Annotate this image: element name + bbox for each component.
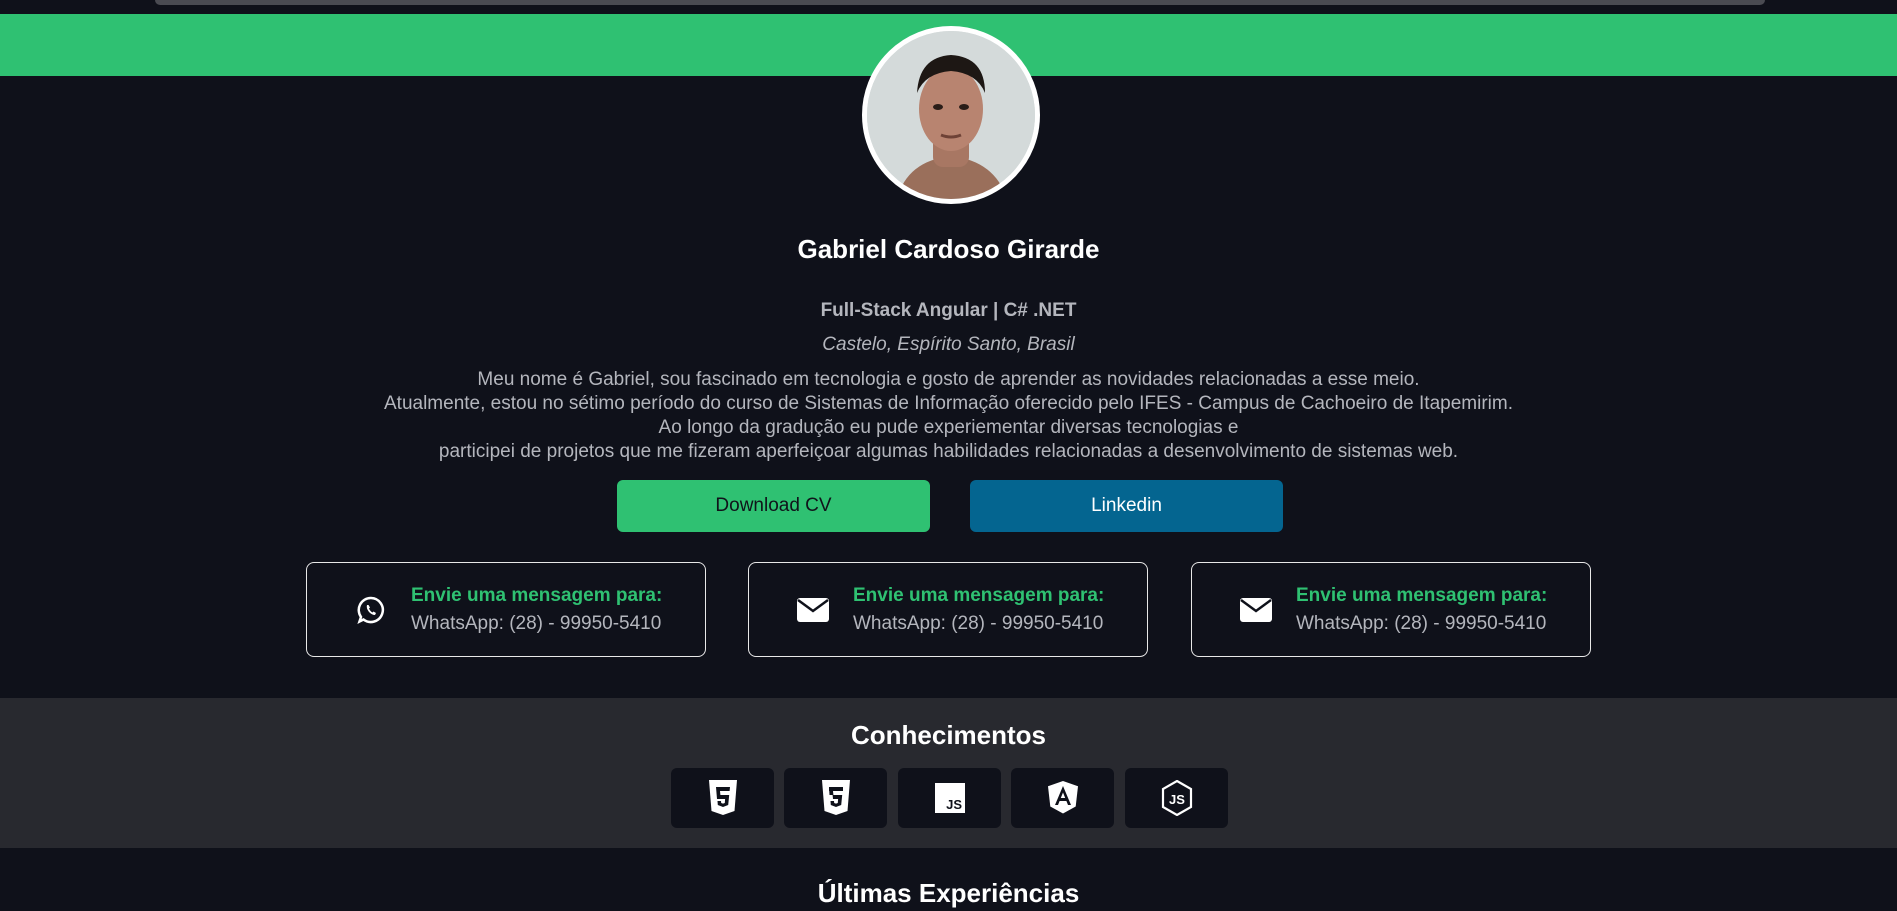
- profile-location: Castelo, Espírito Santo, Brasil: [822, 334, 1075, 355]
- contact-value: WhatsApp: (28) - 99950-5410: [853, 612, 1104, 634]
- envelope-icon: [1236, 590, 1276, 630]
- profile-role: Full-Stack Angular | C# .NET: [820, 300, 1077, 321]
- skill-javascript: JS: [898, 768, 1001, 828]
- skill-angular: [1011, 768, 1114, 828]
- html5-icon: [708, 780, 737, 815]
- contact-card-email[interactable]: Envie uma mensagem para: WhatsApp: (28) …: [748, 562, 1148, 657]
- bio-line: Atualmente, estou no sétimo período do c…: [384, 393, 1513, 414]
- bio-line: Ao longo da gradução eu pude experiement…: [658, 417, 1239, 438]
- bio-line: Meu nome é Gabriel, sou fascinado em tec…: [477, 369, 1420, 390]
- skill-css3: [784, 768, 887, 828]
- contact-card-email[interactable]: Envie uma mensagem para: WhatsApp: (28) …: [1191, 562, 1591, 657]
- svg-text:JS: JS: [1169, 792, 1185, 807]
- experience-title: Últimas Experiências: [817, 878, 1080, 908]
- contact-card-whatsapp[interactable]: Envie uma mensagem para: WhatsApp: (28) …: [306, 562, 706, 657]
- contact-title: Envie uma mensagem para:: [853, 584, 1105, 606]
- bio-line: participei de projetos que me fizeram ap…: [438, 441, 1459, 462]
- skill-html5: [671, 768, 774, 828]
- contact-value: WhatsApp: (28) - 99950-5410: [1296, 612, 1547, 634]
- linkedin-button[interactable]: Linkedin: [970, 480, 1283, 532]
- profile-bio: Meu nome é Gabriel, sou fascinado em tec…: [0, 368, 1897, 464]
- whatsapp-icon: [351, 590, 391, 630]
- contact-title: Envie uma mensagem para:: [411, 584, 663, 606]
- skill-nodejs: JS: [1125, 768, 1228, 828]
- javascript-icon: JS: [934, 783, 965, 813]
- contact-value: WhatsApp: (28) - 99950-5410: [411, 612, 662, 634]
- contact-title: Envie uma mensagem para:: [1296, 584, 1548, 606]
- profile-name: Gabriel Cardoso Girarde: [797, 234, 1100, 264]
- css3-icon: [821, 780, 850, 815]
- envelope-icon: [793, 590, 833, 630]
- avatar: [862, 26, 1040, 204]
- avatar-photo: [867, 31, 1035, 199]
- browser-top-strip: [0, 0, 1897, 14]
- download-cv-button[interactable]: Download CV: [617, 480, 930, 532]
- browser-chrome-edge: [155, 0, 1765, 5]
- angular-icon: [1047, 781, 1078, 814]
- nodejs-icon: JS: [1161, 780, 1192, 816]
- svg-text:JS: JS: [946, 797, 962, 812]
- skills-title: Conhecimentos: [850, 720, 1047, 750]
